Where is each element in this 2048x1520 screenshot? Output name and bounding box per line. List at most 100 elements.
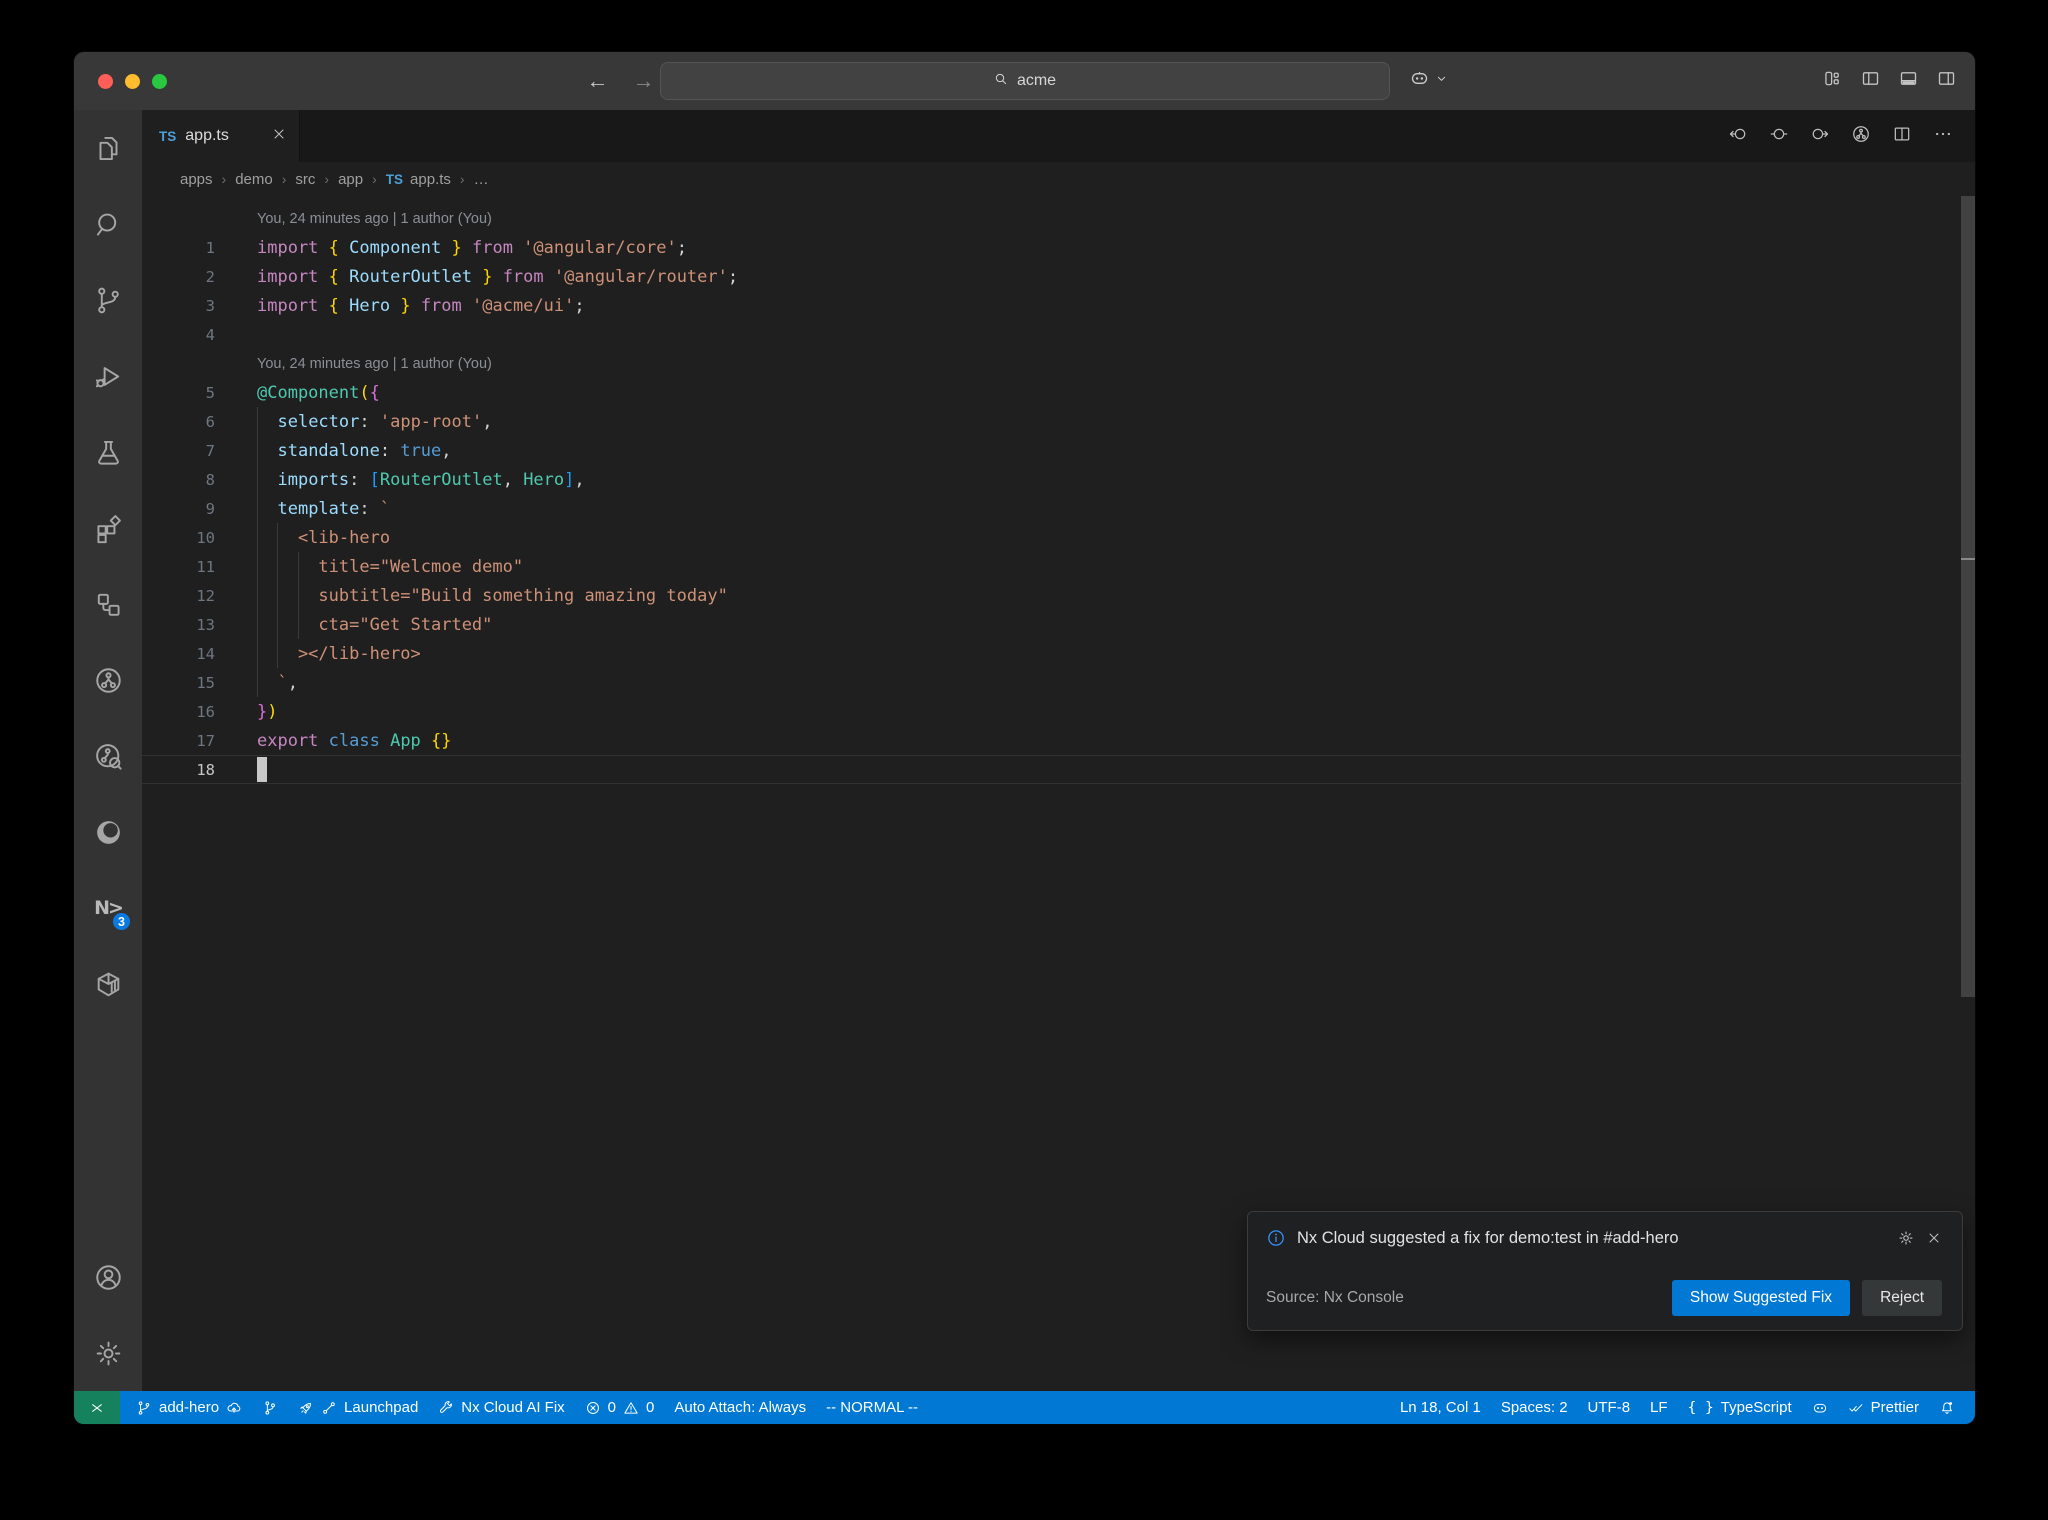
code-line-6[interactable]: 6 selector: 'app-root',: [142, 407, 1961, 436]
copilot-icon: [1812, 1400, 1828, 1416]
breadcrumb-item[interactable]: TS app.ts: [386, 171, 451, 188]
tab-app-ts[interactable]: TS app.ts: [142, 110, 300, 162]
activity-item-source-control[interactable]: [74, 262, 142, 338]
chevron-down-icon[interactable]: [1434, 71, 1449, 91]
code-line-1[interactable]: 1 import { Component } from '@angular/cor…: [142, 233, 1961, 262]
bell-dot-icon: [1939, 1400, 1955, 1416]
code-line-17[interactable]: 17 export class App {}: [142, 726, 1961, 755]
status-problems[interactable]: 00: [575, 1391, 665, 1424]
activity-item-accounts[interactable]: [74, 1239, 142, 1315]
breadcrumb-item[interactable]: src: [295, 171, 315, 188]
code-line-3[interactable]: 3 import { Hero } from '@acme/ui';: [142, 291, 1961, 320]
activity-item-nx-project-view[interactable]: [74, 566, 142, 642]
status-copilot-status[interactable]: [1802, 1391, 1838, 1424]
code-line-14[interactable]: 14 ></lib-hero>: [142, 639, 1961, 668]
warning-triangle-icon: [623, 1400, 639, 1416]
toggle-sidebar-right-icon[interactable]: [1936, 68, 1957, 94]
activity-item-edge-browser[interactable]: [74, 794, 142, 870]
nav-back-circle-icon[interactable]: [1728, 124, 1748, 149]
editor-cursor: [257, 757, 267, 782]
status-remote-indicator[interactable]: [74, 1391, 120, 1424]
circle-arrow-right-icon[interactable]: [1810, 124, 1830, 149]
status-nx-cloud-ai-fix[interactable]: Nx Cloud AI Fix: [428, 1391, 574, 1424]
code-line-13[interactable]: 13 cta="Get Started": [142, 610, 1961, 639]
reject-button[interactable]: Reject: [1862, 1280, 1942, 1316]
status-auto-attach[interactable]: Auto Attach: Always: [664, 1391, 816, 1424]
line-number: 17: [196, 731, 215, 750]
circle-branch-icon[interactable]: [1851, 124, 1871, 149]
status-vim-mode[interactable]: -- NORMAL --: [816, 1391, 928, 1424]
activity-item-gitlens-inspect[interactable]: [74, 718, 142, 794]
split-editor-icon[interactable]: [1892, 124, 1912, 149]
status-encoding[interactable]: UTF-8: [1578, 1391, 1641, 1424]
command-center-search[interactable]: acme: [659, 62, 1390, 100]
status-text: Nx Cloud AI Fix: [461, 1399, 565, 1416]
code-line-9[interactable]: 9 template: `: [142, 494, 1961, 523]
status-text: Prettier: [1870, 1399, 1919, 1416]
status-gitlens-launchpad[interactable]: Launchpad: [288, 1391, 428, 1424]
activity-item-extensions[interactable]: [74, 490, 142, 566]
code-line-10[interactable]: 10 <lib-hero: [142, 523, 1961, 552]
code-line-8[interactable]: 8 imports: [RouterOutlet, Hero],: [142, 465, 1961, 494]
breadcrumb-separator: ›: [324, 171, 330, 187]
vertical-scrollbar[interactable]: [1961, 196, 1975, 1391]
scrollbar-slider[interactable]: [1961, 196, 1975, 997]
status-text: TypeScript: [1720, 1399, 1792, 1416]
code-line-5[interactable]: 5 @Component({: [142, 378, 1961, 407]
status-prettier[interactable]: Prettier: [1838, 1391, 1929, 1424]
activity-item-settings[interactable]: [74, 1315, 142, 1391]
notification-settings-gear-icon[interactable]: [1897, 1229, 1915, 1247]
breadcrumb-item[interactable]: apps: [180, 171, 213, 188]
status-text: Auto Attach: Always: [674, 1399, 807, 1416]
status-git-branch[interactable]: add-hero: [126, 1391, 252, 1424]
line-number: 3: [205, 296, 215, 315]
code-text: @Component({: [257, 382, 380, 403]
status-notifications-bell[interactable]: [1929, 1391, 1965, 1424]
code-line-11[interactable]: 11 title="Welcmoe demo": [142, 552, 1961, 581]
show-suggested-fix-button[interactable]: Show Suggested Fix: [1671, 1280, 1851, 1316]
navigate-forward-button[interactable]: →: [633, 68, 655, 94]
line-number: 11: [196, 557, 215, 576]
code-line-12[interactable]: 12 subtitle="Build something amazing tod…: [142, 581, 1961, 610]
code-line-4[interactable]: 4: [142, 320, 1961, 349]
code-line-16[interactable]: 16}): [142, 697, 1961, 726]
breadcrumb-item[interactable]: …: [474, 171, 489, 188]
navigate-back-button[interactable]: ←: [587, 68, 609, 94]
customize-layout-icon[interactable]: [1822, 68, 1843, 94]
activity-item-run-debug[interactable]: [74, 338, 142, 414]
toggle-panel-icon[interactable]: [1898, 68, 1919, 94]
activity-item-project-graph[interactable]: [74, 642, 142, 718]
activity-item-search[interactable]: [74, 186, 142, 262]
close-window-button[interactable]: [98, 73, 113, 89]
status-commit-graph[interactable]: [252, 1391, 288, 1424]
git-blame-annotation: You, 24 minutes ago | 1 author (You): [142, 204, 1961, 233]
circle-dash-icon[interactable]: [1769, 124, 1789, 149]
activity-item-nx-console[interactable]: N> 3: [74, 870, 142, 946]
zoom-window-button[interactable]: [152, 73, 167, 89]
code-line-2[interactable]: 2 import { RouterOutlet } from '@angular/…: [142, 262, 1961, 291]
notification-title: Nx Cloud suggested a fix for demo:test i…: [1297, 1228, 1679, 1247]
activity-item-testing[interactable]: [74, 414, 142, 490]
code-line-7[interactable]: 7 standalone: true,: [142, 436, 1961, 465]
line-number: 12: [196, 586, 215, 605]
toggle-sidebar-left-icon[interactable]: [1860, 68, 1881, 94]
minimize-window-button[interactable]: [125, 73, 140, 89]
breadcrumb-item[interactable]: demo: [235, 171, 273, 188]
status-language-mode[interactable]: { } TypeScript: [1678, 1391, 1802, 1424]
title-bar: ← → acme: [74, 52, 1975, 110]
close-tab-icon[interactable]: [271, 126, 287, 147]
status-eol[interactable]: LF: [1640, 1391, 1678, 1424]
breadcrumb-item[interactable]: app: [338, 171, 363, 188]
ellipsis-icon[interactable]: [1933, 124, 1953, 149]
status-text: LF: [1650, 1399, 1668, 1416]
notification-close-icon[interactable]: [1926, 1230, 1942, 1246]
status-cursor-position[interactable]: Ln 18, Col 1: [1390, 1391, 1491, 1424]
code-editor[interactable]: You, 24 minutes ago | 1 author (You) 1 imp…: [142, 196, 1975, 1391]
copilot-icon[interactable]: [1409, 68, 1430, 94]
activity-item-explorer[interactable]: [74, 110, 142, 186]
code-line-15[interactable]: 15 `,: [142, 668, 1961, 697]
code-line-18[interactable]: 18: [142, 755, 1961, 784]
typescript-file-icon: TS: [385, 171, 404, 187]
status-indentation[interactable]: Spaces: 2: [1491, 1391, 1578, 1424]
activity-item-containers[interactable]: [74, 946, 142, 1022]
